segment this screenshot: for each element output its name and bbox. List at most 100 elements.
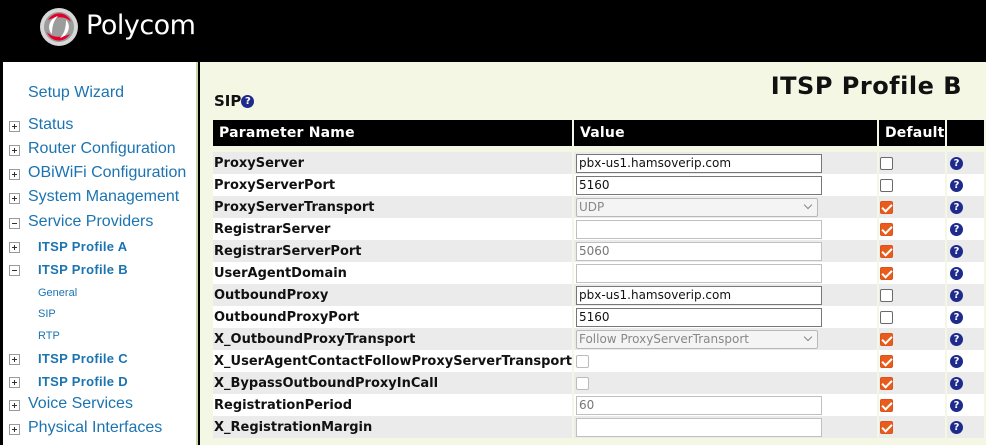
help-icon[interactable]: ? — [949, 156, 963, 170]
table-row: RegistrarServerPort? — [213, 240, 984, 262]
page-title: ITSP Profile B — [770, 72, 962, 100]
nav-obiwifi-configuration-label: OBiWiFi Configuration — [28, 164, 187, 181]
help-icon[interactable]: ? — [241, 95, 255, 108]
default-cell — [877, 372, 947, 394]
nav-rtp[interactable]: RTP — [38, 330, 198, 342]
default-checkbox[interactable] — [879, 398, 893, 412]
parameter-value-input[interactable] — [575, 241, 822, 261]
help-cell: ? — [945, 394, 984, 416]
parameter-value-cell — [572, 284, 879, 306]
help-cell: ? — [945, 240, 984, 262]
parameter-value-input[interactable] — [575, 219, 822, 239]
parameter-value-cell: Follow ProxyServerTransport — [572, 328, 879, 350]
parameter-value-cell — [572, 416, 879, 438]
parameter-name: RegistrarServer — [213, 218, 574, 240]
table-row: OutboundProxyPort? — [213, 306, 984, 328]
column-header-value: Value — [571, 120, 878, 146]
default-checkbox[interactable] — [879, 332, 893, 346]
help-cell: ? — [945, 262, 984, 284]
parameter-value-cell — [572, 350, 879, 372]
help-cell: ? — [945, 174, 984, 196]
nav-setup-wizard[interactable]: Setup Wizard — [28, 84, 198, 102]
help-icon[interactable]: ? — [949, 266, 963, 280]
help-icon[interactable]: ? — [949, 222, 963, 236]
default-checkbox[interactable] — [879, 156, 893, 170]
default-checkbox[interactable] — [879, 178, 893, 192]
parameter-value-cell — [572, 394, 879, 416]
help-cell: ? — [945, 284, 984, 306]
table-row: ProxyServer? — [213, 152, 984, 174]
default-checkbox[interactable] — [879, 420, 893, 434]
default-checkbox[interactable] — [879, 200, 893, 214]
select-value: UDP — [578, 199, 605, 214]
table-row: X_UserAgentContactFollowProxyServerTrans… — [213, 350, 984, 372]
default-cell — [877, 306, 947, 328]
nav-sip[interactable]: SIP — [38, 308, 198, 320]
default-checkbox[interactable] — [879, 354, 893, 368]
parameter-value-select[interactable]: UDP — [575, 197, 818, 217]
sidebar: Setup Wizard Status Router Configuration… — [3, 62, 198, 445]
brand-name: Polycom — [86, 10, 196, 41]
expand-icon[interactable] — [9, 424, 20, 435]
parameter-value-checkbox[interactable] — [575, 376, 589, 390]
expand-icon[interactable] — [9, 400, 20, 411]
nav-itsp-profile-a-label: ITSP Profile A — [38, 239, 128, 254]
help-cell: ? — [945, 196, 984, 218]
parameter-value-input[interactable] — [575, 307, 822, 327]
expand-icon[interactable] — [9, 193, 20, 204]
collapse-icon[interactable] — [9, 265, 20, 276]
default-checkbox[interactable] — [879, 310, 893, 324]
table-row: X_OutboundProxyTransport Follow ProxyServ… — [213, 328, 984, 350]
header-bar: Polycom — [0, 0, 986, 62]
parameter-value-input[interactable] — [575, 285, 822, 305]
parameter-value-cell: UDP — [572, 196, 879, 218]
parameter-name: RegistrarServerPort — [213, 240, 574, 262]
default-checkbox[interactable] — [879, 288, 893, 302]
parameter-value-input[interactable] — [575, 175, 822, 195]
expand-icon[interactable] — [9, 121, 20, 132]
collapse-icon[interactable] — [9, 218, 20, 229]
help-icon[interactable]: ? — [949, 288, 963, 302]
default-checkbox[interactable] — [879, 266, 893, 280]
help-icon[interactable]: ? — [949, 420, 963, 434]
expand-icon[interactable] — [9, 145, 20, 156]
parameter-value-cell — [572, 152, 879, 174]
expand-icon[interactable] — [9, 169, 20, 180]
parameter-name: OutboundProxy — [213, 284, 574, 306]
help-icon[interactable]: ? — [949, 200, 963, 214]
default-cell — [877, 394, 947, 416]
parameter-name: X_OutboundProxyTransport — [213, 328, 574, 350]
nav-itsp-profile-c-label: ITSP Profile C — [38, 351, 128, 366]
default-cell — [877, 262, 947, 284]
help-icon[interactable]: ? — [949, 376, 963, 390]
default-checkbox[interactable] — [879, 222, 893, 236]
parameter-value-checkbox[interactable] — [575, 354, 589, 368]
help-icon[interactable]: ? — [949, 354, 963, 368]
parameter-value-input[interactable] — [575, 395, 822, 415]
parameter-value-select[interactable]: Follow ProxyServerTransport — [575, 329, 818, 349]
default-checkbox[interactable] — [879, 376, 893, 390]
help-icon[interactable]: ? — [949, 332, 963, 346]
expand-icon[interactable] — [9, 377, 20, 388]
help-icon[interactable]: ? — [949, 398, 963, 412]
help-icon[interactable]: ? — [949, 310, 963, 324]
default-checkbox[interactable] — [879, 244, 893, 258]
nav-voice-services-label: Voice Services — [28, 395, 133, 412]
expand-icon[interactable] — [9, 242, 20, 253]
nav-physical-interfaces-label: Physical Interfaces — [28, 419, 163, 436]
parameter-table: Parameter Name Value Default ProxyServer… — [213, 120, 984, 438]
parameter-value-cell — [572, 306, 879, 328]
help-icon[interactable]: ? — [949, 178, 963, 192]
nav-general[interactable]: General — [38, 287, 198, 299]
section-title: SIP? — [214, 92, 255, 110]
nav-router-configuration-label: Router Configuration — [28, 140, 176, 157]
table-row: X_BypassOutboundProxyInCall? — [213, 372, 984, 394]
parameter-value-input[interactable] — [575, 153, 822, 173]
parameter-value-input[interactable] — [575, 417, 822, 437]
expand-icon[interactable] — [9, 354, 20, 365]
help-cell: ? — [945, 328, 984, 350]
select-value: Follow ProxyServerTransport — [578, 331, 749, 346]
nav-itsp-profile-b-label: ITSP Profile B — [38, 262, 128, 277]
help-icon[interactable]: ? — [949, 244, 963, 258]
parameter-value-input[interactable] — [575, 263, 822, 283]
